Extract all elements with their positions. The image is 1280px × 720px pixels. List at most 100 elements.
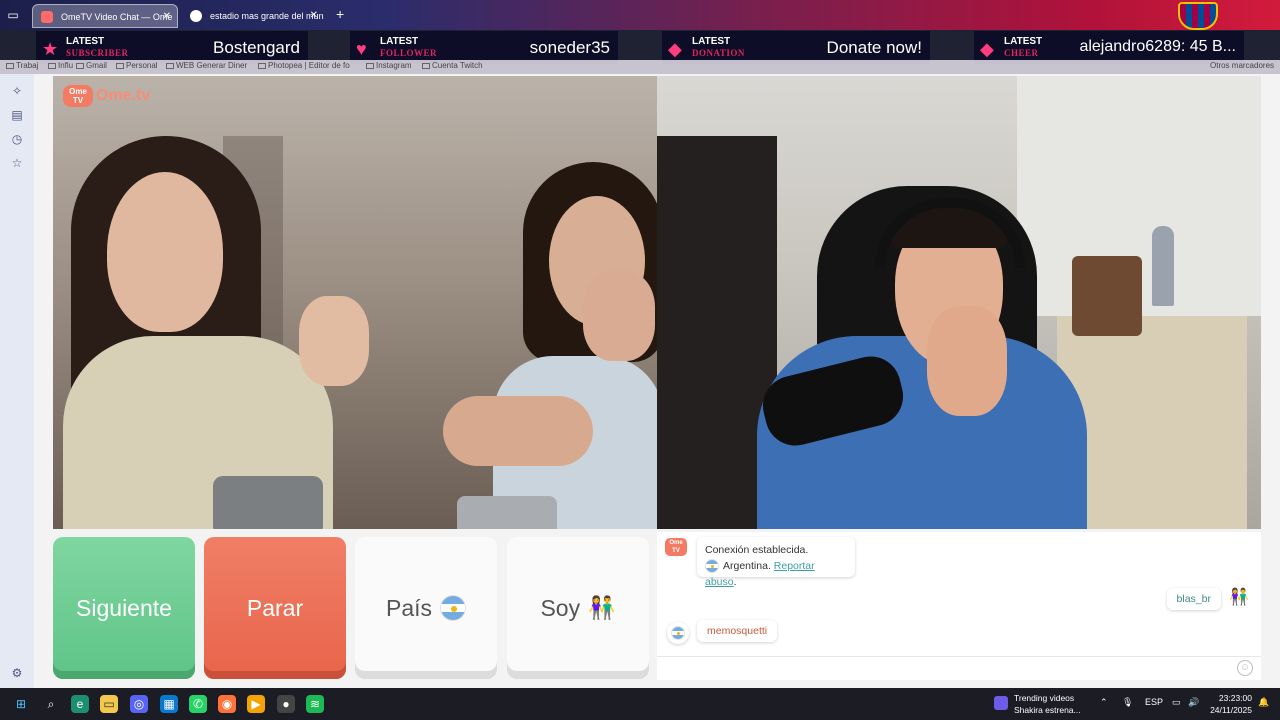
ai-sparkle-icon[interactable]: ✧ [8,82,26,100]
emoji-icon[interactable]: ☺ [1237,660,1253,676]
local-video [657,76,1261,529]
bookmark-item[interactable]: Cuenta Twitch [422,61,483,70]
tab-ometv[interactable]: OmeTV Video Chat — Ome ✕ [32,4,178,28]
peer-avatar [667,622,689,644]
tab-actions-icon[interactable]: ▭ [4,6,22,24]
stop-label: Parar [246,594,304,621]
discord-icon[interactable]: ◎ [130,695,148,713]
alert-type: SUBSCRIBER [66,48,129,58]
browser-tab-strip: ▭ OmeTV Video Chat — Ome ✕ estadio mas g… [0,0,1280,30]
store-icon[interactable]: ▦ [160,695,178,713]
chat-input-bar: ☺ [657,656,1261,680]
spotify-icon[interactable]: ≋ [306,695,324,713]
microphone-icon[interactable]: 🎙 [1122,697,1133,708]
volume-icon[interactable]: 🔊 [1188,697,1199,708]
next-button[interactable]: Siguiente [53,537,195,679]
news-widget[interactable]: Trending videos Shakira estrena... [994,692,1081,716]
alert-value: alejandro6289: 45 B... [1079,38,1236,55]
argentina-flag-icon [671,626,685,640]
media-player-icon[interactable]: ▶ [247,695,265,713]
chevron-up-icon[interactable]: ⌃ [1100,697,1108,708]
peer-country-line: Argentina. Reportar abuso. [705,558,847,590]
peer-country: Argentina. [723,560,771,572]
gender-filter-button[interactable]: Soy 👫 [507,537,649,679]
tab-title: estadio mas grande del mundo [210,11,324,21]
search-icon[interactable]: ⌕ [42,695,60,713]
bookmark-label: Trabaj [16,61,39,70]
language-indicator[interactable]: ESP [1145,697,1163,707]
tab-search[interactable]: estadio mas grande del mundo ✕ [182,4,324,28]
google-favicon-icon [190,10,202,22]
video-content [1072,256,1142,336]
bookmark-item[interactable]: Trabaj [6,61,38,70]
self-message: blas_br [1166,588,1221,610]
alert-label: LATEST [692,36,731,47]
bookmark-item[interactable]: WEB Generar Diner [166,61,247,70]
favorites-star-icon[interactable]: ☆ [8,154,26,172]
country-label: País [385,594,433,621]
alert-type: CHEER [1004,48,1039,58]
close-icon[interactable]: ✕ [310,4,318,28]
bookmark-item[interactable]: Otros marcadores [1210,61,1274,70]
star-icon: ★ [42,39,59,59]
video-content [213,476,323,529]
video-content [583,271,655,361]
bookmark-item[interactable]: Gmail [76,61,107,70]
system-message: Conexión establecida. Argentina. Reporta… [697,537,855,588]
history-icon[interactable]: ◷ [8,130,26,148]
bookmark-item[interactable]: Instagram [366,61,412,70]
bookmark-item[interactable]: Personal [116,61,158,70]
system-clock[interactable]: 23:23:00 24/11/2025 [1206,692,1252,716]
alert-value: soneder35 [529,38,610,57]
ometv-favicon-icon [41,11,53,23]
firefox-icon[interactable]: ◉ [218,695,236,713]
video-content [299,296,369,386]
diamond-icon: ◆ [980,39,994,59]
bookmark-item[interactable]: Photopea | Editor de fo [258,61,350,70]
news-subtitle: Shakira estrena... [1014,705,1081,715]
close-icon[interactable]: ✕ [163,5,171,27]
folder-icon [48,62,56,69]
instagram-icon [422,62,430,69]
collections-icon[interactable]: ▤ [8,106,26,124]
new-tab-button[interactable]: + [336,6,344,22]
alert-type: DONATION [692,48,745,58]
peer-message: memosquetti [697,620,778,642]
ometv-page: Ome TV Ome.tv Siguiente Parar País Soy 👫… [34,74,1280,688]
club-crest-overlay [1178,2,1218,30]
logo-word: Ome.tv [96,87,151,104]
windows-start-icon[interactable]: ⊞ [12,695,30,713]
alert-value: Bostengard [213,38,300,57]
heart-icon: ♥ [356,39,367,59]
bookmarks-bar: Trabaj Influ Gmail Personal WEB Generar … [0,60,1280,74]
video-content [107,172,223,332]
couple-icon: 👫 [588,595,616,620]
video-content [443,396,593,466]
next-label: Siguiente [76,594,172,621]
report-suffix: . [733,576,737,588]
bookmark-label: Personal [126,61,158,70]
diamond-icon: ◆ [668,39,682,59]
notification-bell-icon[interactable]: 🔔 [1258,697,1269,708]
alert-value: Donate now! [826,38,922,57]
news-icon [994,696,1008,710]
chat-input[interactable] [657,657,1217,679]
whatsapp-icon[interactable]: ✆ [189,695,207,713]
network-icon[interactable]: ▭ [1172,697,1181,708]
browser-sidebar: ✧ ▤ ◷ ☆ ⚙ [0,74,34,688]
country-filter-button[interactable]: País [355,537,497,679]
ometv-logo: Ome TV Ome.tv [63,84,150,108]
settings-gear-icon[interactable]: ⚙ [8,664,26,682]
stop-button[interactable]: Parar [204,537,346,679]
file-explorer-icon[interactable]: ▭ [100,695,118,713]
folder-icon [166,62,174,69]
bookmark-label: Photopea | Editor de fo [268,61,350,70]
argentina-flag-icon [440,595,467,621]
bookmark-label: Influ [58,61,74,70]
edge-icon[interactable]: e [71,695,89,713]
obs-icon[interactable]: ● [277,695,295,713]
bookmark-item[interactable]: Influ [48,61,73,70]
video-content [927,306,1007,416]
tab-title: OmeTV Video Chat — Ome [61,12,173,22]
alert-label: LATEST [66,36,105,47]
